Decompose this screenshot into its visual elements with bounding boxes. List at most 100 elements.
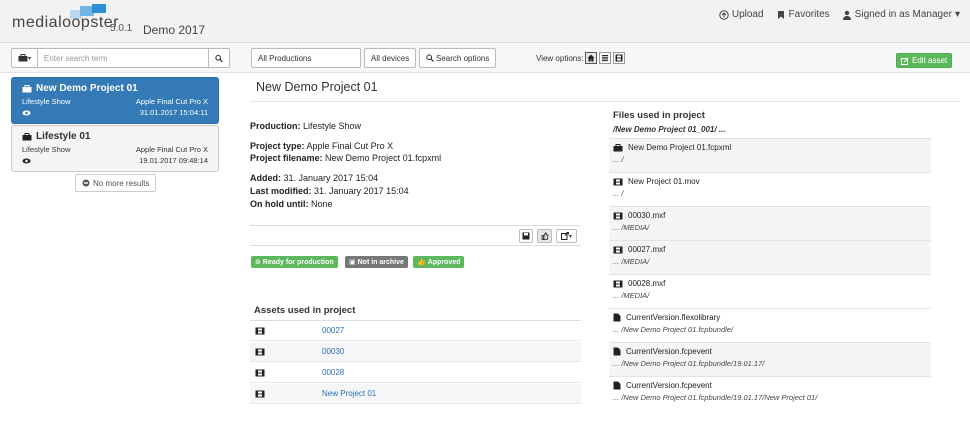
page-title: New Demo Project 01 [256, 80, 378, 94]
upload-icon [719, 9, 729, 20]
file-name: CurrentVersion.fcpevent [626, 347, 712, 356]
upload-label: Upload [731, 9, 764, 20]
archive-icon: ▣ [349, 259, 356, 266]
status-badge-label: Ready for production [262, 258, 334, 266]
view-list-button[interactable] [599, 52, 612, 64]
search-icon [215, 54, 223, 62]
list-item: 00028.mxf ... /MEDIA/ [609, 274, 931, 308]
list-item: New Project 01.mov ... / [609, 172, 931, 206]
project-filename-label: Project filename: [250, 153, 323, 163]
bookmark-icon [777, 10, 784, 19]
app-header: medialoopster 5.0.1 Demo 2017 Upload Fav… [0, 0, 970, 43]
devices-button[interactable]: All devices [364, 48, 417, 68]
no-more-results-button[interactable]: No more results [75, 174, 157, 192]
search-options-button[interactable]: Search options [419, 48, 497, 68]
search-input[interactable]: Enter search term [38, 48, 208, 68]
briefcase-icon [22, 84, 32, 92]
added-field: Added: 31. January 2017 15:04 [250, 173, 378, 183]
film-icon [255, 348, 265, 355]
result-production: Lifestyle Show [22, 145, 71, 154]
project-filename-value: New Demo Project 01.fcpxml [325, 153, 442, 163]
production-field: Production: Lifestyle Show [250, 121, 361, 131]
film-icon [255, 327, 265, 334]
list-item: New Demo Project 01.fcpxml ... / [609, 138, 931, 172]
file-path: ... /New Demo Project 01.fcpbundle/ [613, 325, 734, 334]
list-item: CurrentVersion.fcpevent ... /New Demo Pr… [609, 342, 931, 376]
result-card[interactable]: Lifestyle 01 Lifestyle Show Apple Final C… [11, 125, 219, 172]
share-icon [560, 232, 569, 240]
productions-select[interactable]: All Productions [251, 48, 361, 68]
approve-toggle-button[interactable] [537, 229, 552, 243]
caret-down-icon: ▾ [954, 9, 960, 20]
edit-asset-button[interactable]: Edit asset [896, 53, 953, 68]
table-row: 00027 [250, 321, 581, 341]
on-hold-label: On hold until: [250, 199, 309, 209]
share-dropdown-button[interactable]: ▾ [556, 229, 577, 243]
view-film-button[interactable] [613, 52, 626, 64]
favorites-link[interactable]: Favorites [776, 9, 830, 20]
list-item: CurrentVersion.fcpevent ... /New Demo Pr… [609, 376, 931, 410]
film-icon [255, 369, 265, 376]
status-badge-label: Not in archive [357, 258, 404, 266]
search-type-dropdown[interactable]: ▾ [11, 48, 38, 68]
edit-icon [901, 57, 909, 65]
file-path: ... / [613, 189, 624, 198]
app-logo[interactable]: medialoopster [12, 14, 119, 32]
file-path: ... /MEDIA/ [613, 223, 650, 232]
eye-icon [22, 158, 31, 163]
assets-heading: Assets used in project [254, 305, 356, 316]
file-name: 00027.mxf [628, 245, 666, 254]
modified-field: Last modified: 31. January 2017 15:04 [250, 186, 409, 196]
user-menu[interactable]: Signed in as Manager ▾ [842, 9, 960, 20]
list-item: 00027.mxf ... /MEDIA/ [609, 240, 931, 274]
file-path: ... / [613, 155, 624, 164]
table-row: 00030 [250, 342, 581, 362]
view-options: View options: [536, 52, 626, 64]
file-icon [613, 347, 621, 356]
added-label: Added: [250, 173, 281, 183]
zoom-icon [426, 54, 434, 62]
table-row: New Project 01 [250, 384, 581, 404]
film-icon [613, 178, 623, 185]
upload-link[interactable]: Upload [719, 9, 764, 20]
on-hold-value: None [311, 199, 333, 209]
eye-icon [22, 110, 31, 115]
project-type-value: Apple Final Cut Pro X [306, 141, 394, 151]
thumbs-up-icon: 👍 [417, 259, 426, 266]
result-card[interactable]: New Demo Project 01 Lifestyle Show Apple … [11, 77, 219, 124]
no-more-label: No more results [93, 178, 150, 188]
save-icon [522, 232, 530, 240]
status-badge-approved: 👍 Approved [413, 256, 465, 268]
result-app: Apple Final Cut Pro X [135, 97, 208, 106]
file-name: 00030.mxf [628, 211, 666, 220]
view-home-button[interactable] [585, 52, 598, 64]
edit-asset-label: Edit asset [912, 56, 948, 65]
asset-link[interactable]: New Project 01 [322, 389, 376, 398]
production-label: Production: [250, 121, 301, 131]
file-path: ... /MEDIA/ [613, 257, 650, 266]
file-icon [613, 313, 621, 322]
project-type-label: Project type: [250, 141, 305, 151]
caret-down-icon: ▾ [27, 55, 31, 62]
list-item: CurrentVersion.flexolibrary ... /New Dem… [609, 308, 931, 342]
briefcase-icon [22, 132, 32, 140]
asset-link[interactable]: 00027 [322, 326, 344, 335]
files-root-path: /New Demo Project 01_001/ ... [613, 125, 726, 134]
result-title: New Demo Project 01 [36, 83, 138, 94]
modified-value: 31. January 2017 15:04 [314, 186, 409, 196]
caret-down-icon: ▾ [568, 233, 572, 240]
film-icon [613, 280, 623, 287]
briefcase-icon [613, 143, 623, 151]
added-value: 31. January 2017 15:04 [283, 173, 379, 183]
search-button[interactable] [208, 48, 230, 68]
files-heading: Files used in project [613, 110, 705, 121]
asset-link[interactable]: 00028 [322, 368, 344, 377]
ban-icon [82, 179, 90, 187]
briefcase-icon [18, 54, 28, 62]
asset-link[interactable]: 00030 [322, 347, 344, 356]
search-options-label: Search options [436, 53, 490, 63]
film-icon [613, 212, 623, 219]
favorites-label: Favorites [788, 9, 830, 20]
save-button[interactable] [519, 229, 533, 243]
home-icon [587, 54, 595, 62]
